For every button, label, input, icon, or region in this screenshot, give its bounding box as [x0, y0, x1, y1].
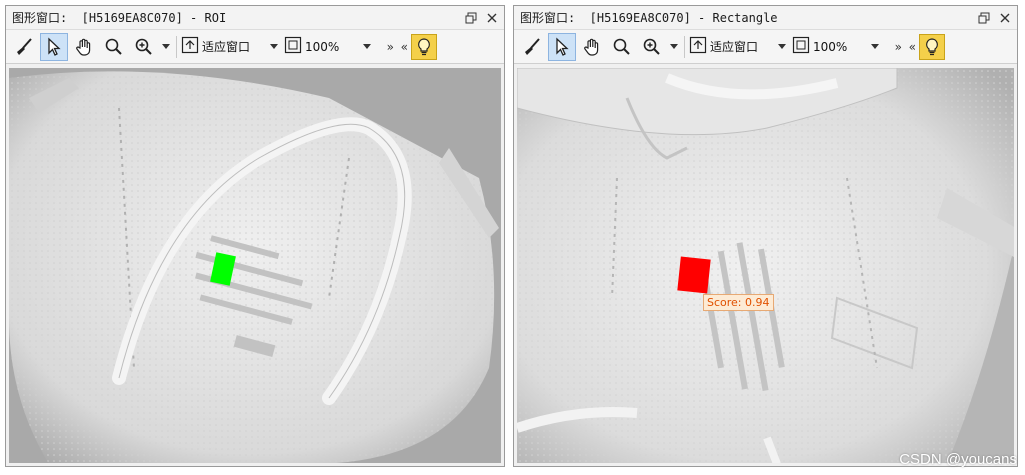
window-title: 图形窗口: [H5169EA8C070] - ROI: [12, 11, 227, 25]
fit-window-icon: [181, 36, 199, 57]
search-icon[interactable]: [100, 33, 128, 61]
broom-icon[interactable]: [10, 33, 38, 61]
hand-icon[interactable]: [70, 33, 98, 61]
zoom-percent-caret[interactable]: [361, 44, 373, 49]
broom-icon[interactable]: [518, 33, 546, 61]
fit-dropdown-caret[interactable]: [776, 44, 788, 49]
window-titlebar[interactable]: 图形窗口: [H5169EA8C070] - ROI: [6, 6, 504, 30]
mask-image: [517, 68, 1014, 463]
fit-window-label: 适应窗口: [202, 40, 251, 54]
lightbulb-icon[interactable]: [411, 33, 438, 60]
fit-window-combo[interactable]: 适应窗口: [689, 33, 758, 61]
toolbar-less-chevron[interactable]: «: [397, 40, 411, 54]
fit-window-label: 适应窗口: [710, 40, 759, 54]
zoom-percent-combo[interactable]: 100%: [792, 33, 847, 61]
restore-icon[interactable]: [462, 9, 480, 27]
toolbar-more-chevron[interactable]: »: [383, 40, 397, 54]
search-icon[interactable]: [608, 33, 636, 61]
close-icon[interactable]: [483, 9, 501, 27]
zoom-percent-icon: [284, 36, 302, 57]
zoom-dropdown-caret[interactable]: [668, 44, 680, 49]
pointer-icon[interactable]: [40, 32, 68, 61]
zoom-percent-icon: [792, 36, 810, 57]
pointer-icon[interactable]: [548, 32, 576, 61]
close-icon[interactable]: [996, 9, 1014, 27]
zoom-percent-label: 100%: [305, 39, 340, 54]
graphics-window-roi: 图形窗口: [H5169EA8C070] - ROI 适应窗口 100% » «: [5, 5, 505, 467]
zoom-in-icon[interactable]: [638, 33, 666, 61]
fit-window-icon: [689, 36, 707, 57]
fit-dropdown-caret[interactable]: [268, 44, 280, 49]
zoom-percent-combo[interactable]: 100%: [284, 33, 339, 61]
window-title: 图形窗口: [H5169EA8C070] - Rectangle: [520, 11, 778, 25]
window-titlebar[interactable]: 图形窗口: [H5169EA8C070] - Rectangle: [514, 6, 1017, 30]
zoom-percent-caret[interactable]: [869, 44, 881, 49]
watermark-text: CSDN @youcans: [899, 451, 1017, 468]
restore-icon[interactable]: [975, 9, 993, 27]
image-canvas[interactable]: [9, 68, 501, 463]
image-canvas[interactable]: Score: 0.94: [517, 68, 1014, 463]
score-label: Score: 0.94: [703, 294, 774, 311]
lightbulb-icon[interactable]: [919, 33, 946, 60]
fit-window-combo[interactable]: 适应窗口: [181, 33, 250, 61]
toolbar-separator: [176, 35, 177, 58]
window-toolbar: 适应窗口 100% » «: [6, 30, 504, 64]
window-toolbar: 适应窗口 100% » «: [514, 30, 1017, 64]
zoom-percent-label: 100%: [813, 39, 848, 54]
toolbar-more-chevron[interactable]: »: [891, 40, 905, 54]
toolbar-separator: [684, 35, 685, 58]
hand-icon[interactable]: [578, 33, 606, 61]
detected-rectangle[interactable]: [677, 256, 711, 294]
zoom-dropdown-caret[interactable]: [160, 44, 172, 49]
toolbar-less-chevron[interactable]: «: [905, 40, 919, 54]
graphics-window-rectangle: 图形窗口: [H5169EA8C070] - Rectangle 适应窗口 10…: [513, 5, 1018, 467]
mask-image: [9, 68, 501, 463]
zoom-in-icon[interactable]: [130, 33, 158, 61]
